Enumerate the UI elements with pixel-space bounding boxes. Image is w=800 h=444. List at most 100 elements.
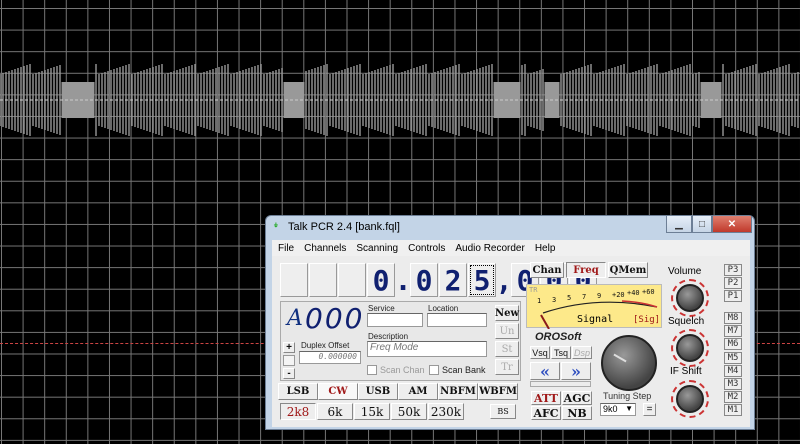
att-button[interactable]: ATT — [531, 391, 561, 405]
app-icon: ⍖ — [273, 220, 279, 231]
service-input[interactable] — [367, 313, 423, 327]
frequency-digit[interactable]: 5 — [468, 263, 496, 297]
mode-cw-button[interactable]: CW — [318, 383, 358, 400]
volume-label: Volume — [668, 266, 702, 277]
squelch-knob[interactable] — [676, 334, 704, 362]
tuning-step-select[interactable]: 9k0 ▼ — [600, 403, 636, 416]
scan-bank-checkbox[interactable] — [429, 365, 439, 375]
mode-wbfm-button[interactable]: WBFM — [478, 383, 518, 400]
scan-chan-checkbox[interactable] — [367, 365, 377, 375]
memory-m1-button[interactable]: M1 — [724, 404, 742, 417]
menu-controls[interactable]: Controls — [408, 243, 445, 254]
preset-p2-button[interactable]: P2 — [724, 277, 742, 289]
filter-230k-button[interactable]: 230k — [428, 403, 464, 420]
memory-m3-button[interactable]: M3 — [724, 378, 742, 390]
transfer-button[interactable]: Tr — [495, 359, 519, 375]
memory-panel: A 000 + - Duplex Offset 0.000000 Service… — [280, 301, 521, 381]
menu-scanning[interactable]: Scanning — [356, 243, 398, 254]
equals-button[interactable]: = — [643, 403, 656, 416]
frequency-digit[interactable] — [309, 263, 337, 297]
frequency-digit[interactable]: 0 — [410, 263, 438, 297]
minimize-button[interactable]: ▁ — [666, 216, 692, 233]
bank-letter[interactable]: A — [287, 306, 303, 331]
frequency-digit[interactable] — [338, 263, 366, 297]
frequency-display[interactable]: 0.025,000 — [280, 263, 597, 297]
if-shift-label: IF Shift — [670, 366, 702, 377]
volume-knob[interactable] — [676, 284, 704, 312]
tuning-step-label: Tuning Step — [603, 391, 652, 401]
duplex-offset-label: Duplex Offset — [301, 341, 350, 350]
dropdown-arrow-icon: ▼ — [625, 404, 633, 413]
dsp-button[interactable]: Dsp — [572, 346, 592, 359]
meter-label: Signal — [577, 314, 614, 325]
menu-file[interactable]: File — [278, 243, 294, 254]
memory-m8-button[interactable]: M8 — [724, 312, 742, 324]
preset-buttons: P3 P2 P1 — [722, 262, 746, 306]
mode-usb-button[interactable]: USB — [358, 383, 398, 400]
close-button[interactable]: ✕ — [712, 216, 752, 233]
afc-button[interactable]: AFC — [531, 406, 561, 420]
duplex-plus-button[interactable]: + — [283, 342, 295, 353]
tune-bar[interactable] — [530, 381, 591, 387]
menu-channels[interactable]: Channels — [304, 243, 346, 254]
duplex-minus-button[interactable]: - — [283, 368, 295, 379]
orosoft-logo: OROSoft — [535, 331, 582, 343]
mode-am-button[interactable]: AM — [398, 383, 438, 400]
memory-m5-button[interactable]: M5 — [724, 351, 742, 364]
memory-buttons: M8 M7 M6 M5 M4 M3 M2 M1 — [722, 310, 746, 420]
meter-needle — [540, 314, 550, 329]
preset-p3-button[interactable]: P3 — [724, 264, 742, 276]
tab-chan[interactable]: Chan — [530, 262, 564, 278]
menu-help[interactable]: Help — [535, 243, 556, 254]
mode-nbfm-button[interactable]: NBFM — [438, 383, 478, 400]
channel-number[interactable]: 000 — [305, 302, 364, 335]
frequency-digit[interactable]: 0 — [367, 263, 395, 297]
frequency-separator: . — [394, 263, 412, 297]
tsq-button[interactable]: Tsq — [551, 346, 571, 359]
tune-down-button[interactable]: « — [530, 362, 560, 381]
frequency-digit[interactable]: 2 — [439, 263, 467, 297]
mode-lsb-button[interactable]: LSB — [278, 383, 318, 400]
tuning-knob[interactable] — [601, 335, 657, 391]
filter-15k-button[interactable]: 15k — [354, 403, 390, 420]
signal-meter: TR 1 3 5 7 9 +20 +40 +60 Signal [Sig] — [526, 284, 662, 329]
duplex-indicator — [283, 355, 295, 366]
if-shift-knob[interactable] — [676, 385, 704, 413]
view-tabs: Chan Freq QMem — [530, 262, 660, 278]
new-button[interactable]: New — [495, 305, 519, 321]
menu-audio-recorder[interactable]: Audio Recorder — [455, 243, 524, 254]
frequency-digit[interactable] — [280, 263, 308, 297]
tuning-knob-pointer — [613, 353, 627, 363]
memory-m2-button[interactable]: M2 — [724, 391, 742, 404]
main-panel: 0.025,000 A 000 + - Duplex Offset 0.0000… — [272, 256, 750, 427]
vsq-button[interactable]: Vsq — [530, 346, 550, 359]
memory-m6-button[interactable]: M6 — [724, 338, 742, 351]
mode-bar: LSB CW USB AM NBFM WBFM — [278, 383, 519, 400]
scan-chan-label: Scan Chan — [380, 365, 425, 375]
memory-m4-button[interactable]: M4 — [724, 364, 742, 377]
frequency-separator: , — [495, 263, 513, 297]
filter-bar: 2k8 6k 15k 50k 230k BS — [278, 403, 519, 420]
store-button[interactable]: St — [495, 341, 519, 357]
meter-mode[interactable]: [Sig] — [633, 315, 660, 325]
duplex-offset-input[interactable]: 0.000000 — [299, 351, 361, 364]
memory-m7-button[interactable]: M7 — [724, 325, 742, 338]
filter-6k-button[interactable]: 6k — [317, 403, 353, 420]
tune-up-button[interactable]: » — [561, 362, 591, 381]
filter-2k8-button[interactable]: 2k8 — [280, 403, 316, 420]
nb-button[interactable]: NB — [562, 406, 592, 420]
description-input[interactable]: Freq Mode — [367, 341, 487, 357]
tab-qmem[interactable]: QMem — [608, 262, 648, 278]
bs-button[interactable]: BS — [490, 404, 516, 419]
scan-bank-label: Scan Bank — [442, 365, 486, 375]
audio-waveform — [0, 64, 800, 136]
agc-button[interactable]: AGC — [562, 391, 592, 405]
tab-freq[interactable]: Freq — [566, 262, 606, 278]
preset-p1-button[interactable]: P1 — [724, 290, 742, 302]
maximize-button[interactable]: □ — [692, 216, 712, 233]
description-label: Description — [368, 332, 409, 341]
filter-50k-button[interactable]: 50k — [391, 403, 427, 420]
location-label: Location — [428, 304, 459, 313]
location-input[interactable] — [427, 313, 487, 327]
undo-button[interactable]: Un — [495, 323, 519, 339]
